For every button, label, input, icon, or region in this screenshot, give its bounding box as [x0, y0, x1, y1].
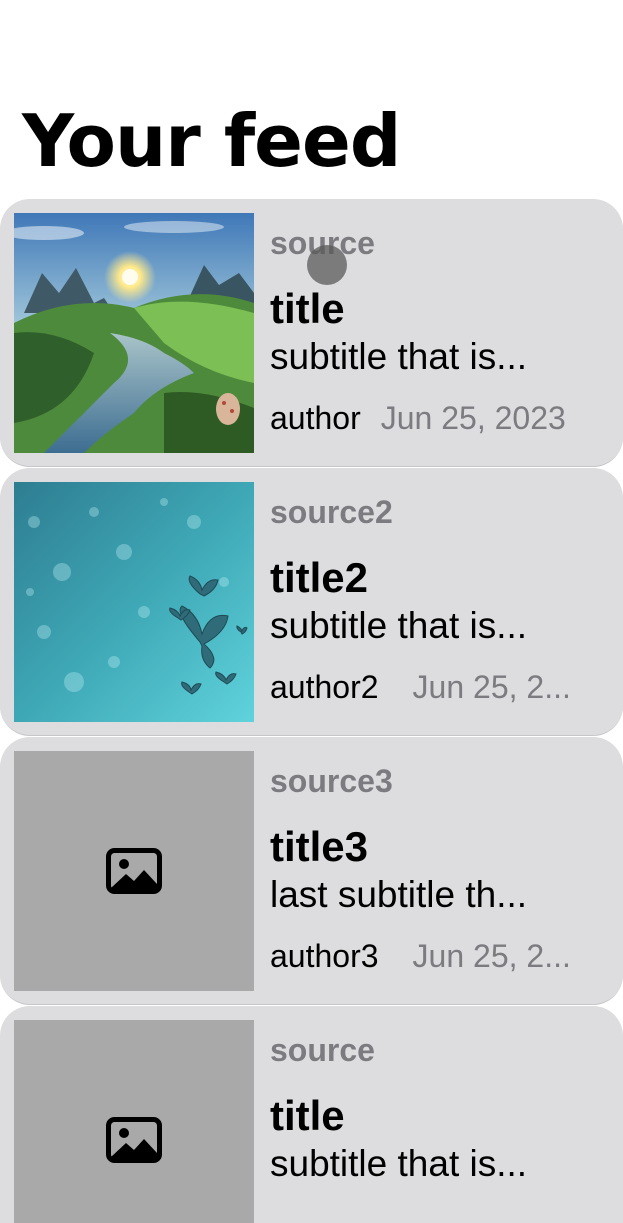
feed-item-subtitle: subtitle that is... — [270, 1143, 528, 1184]
feed-item-source: source — [270, 1032, 375, 1068]
thumbnail-placeholder — [14, 751, 254, 991]
feed-item-source: source2 — [270, 494, 393, 530]
photo-placeholder-icon — [106, 848, 162, 894]
feed-item-meta: author3 Jun 25, 2... — [270, 935, 610, 977]
feed-item-author: author — [270, 400, 361, 436]
feed-item-author: author3 — [270, 938, 379, 974]
feed-item[interactable]: source title subtitle that is... author J… — [0, 199, 623, 467]
feed-item-meta: author Jun 25, 2023 — [270, 397, 610, 439]
landscape-image — [14, 213, 254, 453]
feed-item-meta: author2 Jun 25, 2... — [270, 666, 610, 708]
feed-list[interactable]: source title subtitle that is... author J… — [0, 199, 623, 1223]
feed-item-title: title — [270, 1092, 345, 1139]
landscape-thumbnail — [14, 213, 254, 453]
feed-item[interactable]: source title subtitle that is... — [0, 1006, 623, 1223]
feed-item-title: title2 — [270, 554, 369, 601]
feed-item-author: author2 — [270, 669, 379, 705]
photo-placeholder-icon — [106, 1117, 162, 1163]
feed-item[interactable]: source3 title3 last subtitle th... autho… — [0, 737, 623, 1005]
feed-item-date: Jun 25, 2... — [412, 938, 571, 974]
butterflies-thumbnail — [14, 482, 254, 722]
feed-item-text: source3 title3 last subtitle th... autho… — [270, 759, 610, 977]
feed-item-source: source3 — [270, 763, 393, 799]
feed-item-subtitle: last subtitle th... — [270, 874, 528, 915]
feed-item-text: source title subtitle that is... — [270, 1028, 610, 1188]
butterflies-image — [14, 482, 254, 722]
feed-item-date: Jun 25, 2... — [412, 669, 571, 705]
touch-indicator — [307, 245, 347, 285]
feed-item-subtitle: subtitle that is... — [270, 605, 528, 646]
feed-item-text: source2 title2 subtitle that is... autho… — [270, 490, 610, 708]
thumbnail-placeholder — [14, 1020, 254, 1223]
feed-item-title: title3 — [270, 823, 369, 870]
feed-item-subtitle: subtitle that is... — [270, 336, 528, 377]
feed-item-date: Jun 25, 2023 — [380, 400, 566, 436]
feed-item[interactable]: source2 title2 subtitle that is... autho… — [0, 468, 623, 736]
feed-item-title: title — [270, 285, 345, 332]
page-title: Your feed — [22, 99, 401, 183]
